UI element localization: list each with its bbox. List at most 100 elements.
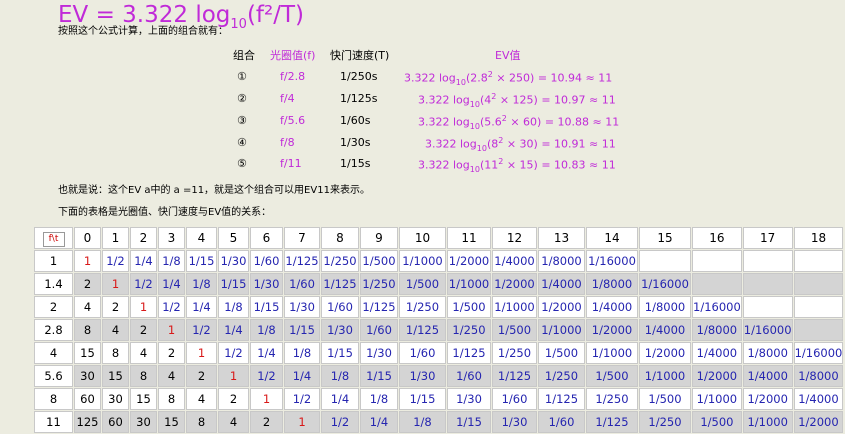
- table-cell: 1/500: [360, 250, 398, 272]
- table-cell: 1/500: [692, 411, 742, 433]
- header-aperture: 光圈值(f): [270, 49, 316, 62]
- header-ev: EV值: [495, 49, 521, 62]
- ev-term: (8: [486, 137, 499, 151]
- table-cell: 1/2000: [586, 319, 638, 341]
- example-shutter: 1/15s: [340, 157, 371, 170]
- table-cell: 1/250: [639, 411, 691, 433]
- column-header: 7: [284, 227, 320, 249]
- column-header: 5: [218, 227, 249, 249]
- table-cell: 4: [74, 296, 101, 318]
- table-cell: 1/4000: [639, 319, 691, 341]
- table-cell: 1/30: [492, 411, 537, 433]
- row-header: 8: [34, 388, 73, 410]
- table-cell: 1/2: [102, 250, 129, 272]
- example-ev-formula: 3.322 log10(112 × 15) = 10.83 ≈ 11: [418, 157, 616, 174]
- table-cell: 1/500: [639, 388, 691, 410]
- table-cell: 15: [130, 388, 157, 410]
- ev-log: 3.322 log: [418, 115, 470, 129]
- column-header: 16: [692, 227, 742, 249]
- table-cell: 8: [74, 319, 101, 341]
- table-cell: 60: [102, 411, 129, 433]
- table-cell: 1/1000: [586, 342, 638, 364]
- table-cell: 1/500: [538, 342, 585, 364]
- table-cell: 1/60: [538, 411, 585, 433]
- ev-result: × 250) = 10.94 ≈ 11: [492, 71, 613, 85]
- table-cell: 1/8: [186, 273, 217, 295]
- table-cell: 15: [102, 365, 129, 387]
- column-header: 17: [742, 227, 793, 249]
- table-cell: 1/1000: [492, 296, 537, 318]
- table-cell: 1/15: [399, 388, 446, 410]
- table-cell: 1/30: [250, 273, 283, 295]
- example-number: ①: [237, 70, 247, 83]
- table-cell: 60: [74, 388, 101, 410]
- table-cell: 1/15: [186, 250, 217, 272]
- table-cell: 1/250: [360, 273, 398, 295]
- table-cell: 15: [74, 342, 101, 364]
- table-cell: [742, 296, 793, 318]
- table-cell: 1/16000: [793, 342, 844, 364]
- table-cell: 4: [102, 319, 129, 341]
- table-cell: 1/30: [360, 342, 398, 364]
- table-cell: 1/30: [284, 296, 320, 318]
- table-cell: 1/125: [447, 342, 491, 364]
- table-cell: 30: [74, 365, 101, 387]
- table-cell: 1/125: [360, 296, 398, 318]
- table-cell: 1/4: [360, 411, 398, 433]
- table-cell: [692, 250, 742, 272]
- table-cell: 1/250: [399, 296, 446, 318]
- table-cell: 1/125: [586, 411, 638, 433]
- example-shutter: 1/60s: [340, 114, 371, 127]
- example-shutter: 1/30s: [340, 136, 371, 149]
- table-cell: 1/125: [321, 273, 359, 295]
- ev-term: (5.6: [479, 115, 502, 129]
- table-cell: [793, 250, 844, 272]
- table-cell: 1/4000: [793, 388, 844, 410]
- table-cell: 1/15: [284, 319, 320, 341]
- table-cell: 1/15: [360, 365, 398, 387]
- table-cell: 1/4000: [692, 342, 742, 364]
- table-cell: 1/4: [186, 296, 217, 318]
- table-intro-text: 下面的表格是光圈值、快门速度与EV值的关系：: [58, 207, 272, 218]
- formula-suffix: (f²/T): [246, 2, 304, 28]
- column-header: 9: [360, 227, 398, 249]
- table-cell: [793, 319, 844, 341]
- ev-term: (2.8: [465, 71, 488, 85]
- table-cell: 1/15: [218, 273, 249, 295]
- table-cell: 1/4: [130, 250, 157, 272]
- column-header: 8: [321, 227, 359, 249]
- table-cell: 1/2: [250, 365, 283, 387]
- table-cell: 2: [218, 388, 249, 410]
- column-header: 0: [74, 227, 101, 249]
- table-cell: [793, 273, 844, 295]
- table-cell: 1/2000: [538, 296, 585, 318]
- column-header: 11: [447, 227, 491, 249]
- example-number: ⑤: [237, 157, 247, 170]
- table-cell: 1/250: [321, 250, 359, 272]
- table-cell: 1/250: [447, 319, 491, 341]
- table-cell: 125: [74, 411, 101, 433]
- table-row: 4 15 8 4 2 1 1/2 1/4 1/8 1/15 1/30 1/60 1/125 1/250 1/…: [34, 342, 844, 364]
- row-header: 4: [34, 342, 73, 364]
- table-cell: 8: [158, 388, 185, 410]
- table-cell: 1/2000: [447, 250, 491, 272]
- table-cell: 1/8: [218, 296, 249, 318]
- table-cell: 30: [130, 411, 157, 433]
- ev-table: f\t 0 1 2 3 4 5 6 7 8 9 10 11 12 13 14 15 16 17 18 1 1 1/2 1/4 1…: [33, 226, 845, 434]
- table-cell: 1/1000: [447, 273, 491, 295]
- table-cell: 1/500: [492, 319, 537, 341]
- table-cell: 1/4: [158, 273, 185, 295]
- table-cell: 1/8000: [742, 342, 793, 364]
- ev-log-base: 10: [469, 164, 480, 174]
- table-cell: 1/8000: [692, 319, 742, 341]
- ev-result: × 15) = 10.83 ≈ 11: [503, 158, 616, 172]
- table-cell: 1/4: [321, 388, 359, 410]
- example-ev-formula: 3.322 log10(2.82 × 250) = 10.94 ≈ 11: [404, 70, 612, 87]
- table-cell: 4: [158, 365, 185, 387]
- row-header: 2: [34, 296, 73, 318]
- table-cell: 1/4000: [538, 273, 585, 295]
- table-cell: 1/125: [399, 319, 446, 341]
- table-cell: 1/60: [284, 273, 320, 295]
- example-aperture: f/4: [280, 92, 295, 105]
- table-cell: 1/2000: [742, 388, 793, 410]
